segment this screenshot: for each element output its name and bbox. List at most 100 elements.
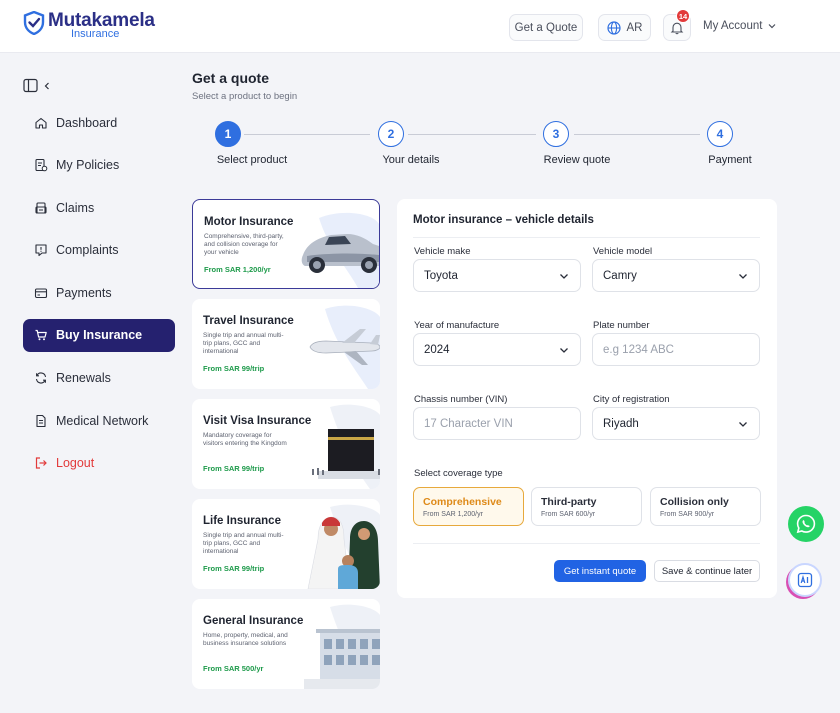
product-price: From SAR 500/yr xyxy=(203,664,264,673)
notification-count-badge: 14 xyxy=(676,9,690,23)
product-card-general[interactable]: General Insurance Home, property, medica… xyxy=(192,599,380,689)
airplane-illustration xyxy=(309,305,380,389)
save-continue-later-button[interactable]: Save & continue later xyxy=(654,560,760,582)
sidebar-item-medical-network[interactable]: Medical Network xyxy=(23,404,175,437)
vehicle-make-select[interactable]: Toyota xyxy=(413,259,581,292)
page-subtitle: Select a product to begin xyxy=(192,91,298,102)
car-illustration xyxy=(301,212,379,288)
step-4-label: Payment xyxy=(708,154,752,166)
vin-input[interactable]: 17 Character VIN xyxy=(413,407,581,440)
logout-button[interactable]: Logout xyxy=(23,447,175,480)
product-title: Life Insurance xyxy=(203,515,281,527)
sidebar-nav: Dashboard My Policies Claims Complaints … xyxy=(23,106,175,489)
product-card-life[interactable]: Life Insurance Single trip and annual mu… xyxy=(192,499,380,589)
account-label: My Account xyxy=(703,20,763,32)
sidebar-item-renewals[interactable]: Renewals xyxy=(23,362,175,395)
step-4-indicator[interactable]: 4 xyxy=(707,121,733,147)
top-header: Mutakamela Insurance Get a Quote AR 14 M… xyxy=(0,0,840,53)
plate-number-label: Plate number xyxy=(593,320,650,331)
document-icon xyxy=(36,414,46,427)
coverage-price: From SAR 600/yr xyxy=(541,511,596,518)
coverage-option-third-party[interactable]: Third-party From SAR 600/yr xyxy=(531,487,642,526)
coverage-name: Comprehensive xyxy=(423,496,502,508)
vehicle-model-value: Camry xyxy=(603,269,637,282)
step-3-label: Review quote xyxy=(543,154,611,166)
step-connector xyxy=(408,134,536,135)
divider xyxy=(413,543,760,544)
vehicle-model-select[interactable]: Camry xyxy=(592,259,760,292)
sidebar-item-claims[interactable]: Claims xyxy=(23,191,175,224)
sidebar-item-buy-insurance[interactable]: Buy Insurance xyxy=(23,318,175,352)
product-description: Mandatory coverage for visitors entering… xyxy=(203,432,287,447)
sidebar-item-label: Renewals xyxy=(56,371,111,386)
policy-icon xyxy=(35,159,48,172)
logout-icon xyxy=(35,457,47,469)
city-select[interactable]: Riyadh xyxy=(592,407,760,440)
sidebar-item-my-policies[interactable]: My Policies xyxy=(23,149,175,182)
step-2-indicator[interactable]: 2 xyxy=(378,121,404,147)
city-label: City of registration xyxy=(593,394,670,405)
plate-number-input[interactable]: e.g 1234 ABC xyxy=(592,333,760,366)
get-quote-button[interactable]: Get a Quote xyxy=(509,14,583,41)
home-icon xyxy=(35,117,47,129)
sidebar-item-label: Buy Insurance xyxy=(56,328,143,343)
cart-icon xyxy=(35,330,47,341)
globe-icon xyxy=(606,20,621,35)
step-connector xyxy=(244,134,370,135)
product-title: Motor Insurance xyxy=(204,216,294,228)
vehicle-make-value: Toyota xyxy=(424,269,458,282)
vehicle-details-panel: Motor insurance – vehicle details Vehicl… xyxy=(397,199,777,598)
product-title: General Insurance xyxy=(203,615,304,627)
year-select[interactable]: 2024 xyxy=(413,333,581,366)
progress-stepper: 1 2 3 4 Select product Your details Revi… xyxy=(192,120,770,170)
claims-icon xyxy=(35,202,47,214)
city-value: Riyadh xyxy=(603,417,639,430)
sidebar-panel-icon xyxy=(23,78,38,93)
language-button[interactable]: AR xyxy=(598,14,651,41)
product-card-visit-visa[interactable]: Visit Visa Insurance Mandatory coverage … xyxy=(192,399,380,489)
sidebar-item-label: Dashboard xyxy=(56,115,118,130)
sidebar-item-label: Payments xyxy=(56,285,112,300)
vin-label: Chassis number (VIN) xyxy=(414,394,508,405)
vehicle-make-label: Vehicle make xyxy=(414,246,471,257)
ai-assistant-icon xyxy=(797,572,813,588)
sidebar-item-dashboard[interactable]: Dashboard xyxy=(23,106,175,139)
coverage-name: Collision only xyxy=(660,496,729,508)
chevron-down-icon xyxy=(739,273,747,279)
product-description: Single trip and annual multi-trip plans,… xyxy=(203,532,284,555)
chevron-down-icon xyxy=(739,421,747,427)
product-description: Comprehensive, third-party, and collisio… xyxy=(204,233,284,256)
coverage-option-collision-only[interactable]: Collision only From SAR 900/yr xyxy=(650,487,761,526)
product-title: Travel Insurance xyxy=(203,315,294,327)
whatsapp-icon xyxy=(796,514,816,534)
step-1-indicator[interactable]: 1 xyxy=(215,121,241,147)
product-card-travel[interactable]: Travel Insurance Single trip and annual … xyxy=(192,299,380,389)
product-price: From SAR 1,200/yr xyxy=(204,265,271,274)
chevron-down-icon xyxy=(769,24,776,29)
year-value: 2024 xyxy=(424,343,450,356)
brand-logo[interactable]: Mutakamela Insurance xyxy=(23,11,155,40)
chevron-down-icon xyxy=(560,347,568,353)
ai-assistant-button[interactable] xyxy=(788,563,822,597)
building-illustration xyxy=(304,604,380,689)
sidebar-item-payments[interactable]: Payments xyxy=(23,276,175,309)
get-instant-quote-button[interactable]: Get instant quote xyxy=(554,560,646,582)
my-account-menu[interactable]: My Account xyxy=(703,20,777,32)
notifications-button[interactable]: 14 xyxy=(663,9,691,41)
form-title: Motor insurance – vehicle details xyxy=(413,214,594,226)
complaint-icon xyxy=(35,244,47,257)
sidebar-item-label: Complaints xyxy=(56,243,119,258)
shield-logo-icon xyxy=(23,11,45,35)
page-title: Get a quote xyxy=(192,70,270,86)
chevron-left-icon xyxy=(44,82,49,89)
sidebar-item-complaints[interactable]: Complaints xyxy=(23,234,175,267)
step-3-indicator[interactable]: 3 xyxy=(543,121,569,147)
chevron-down-icon xyxy=(560,273,568,279)
whatsapp-button[interactable] xyxy=(788,506,824,542)
divider xyxy=(413,237,760,238)
vin-placeholder: 17 Character VIN xyxy=(424,417,513,430)
product-card-motor[interactable]: Motor Insurance Comprehensive, third-par… xyxy=(192,199,380,289)
coverage-option-comprehensive[interactable]: Comprehensive From SAR 1,200/yr xyxy=(413,487,524,526)
product-price: From SAR 99/trip xyxy=(203,564,265,573)
sidebar-collapse-button[interactable] xyxy=(23,74,57,97)
